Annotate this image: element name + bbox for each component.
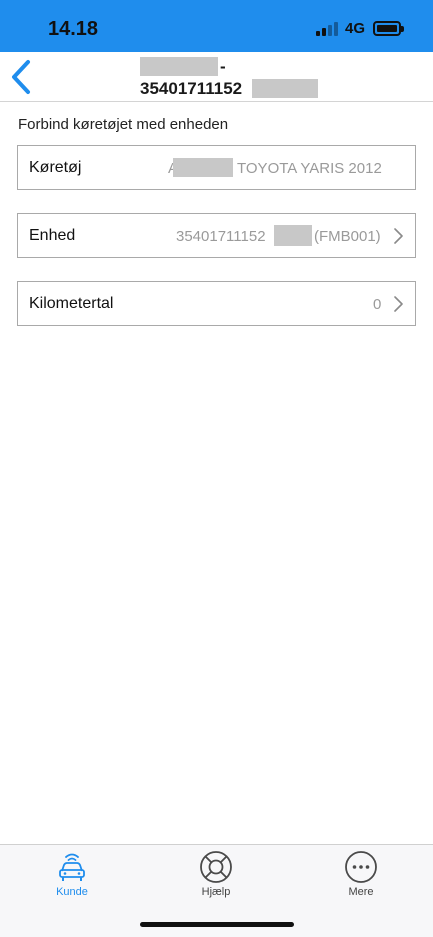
nav-title: 35401711152 xyxy=(140,79,243,98)
device-value-suffix: (FMB001) xyxy=(314,228,381,245)
status-bar: 14.18 4G xyxy=(0,0,433,52)
tab-help[interactable]: Hjælp xyxy=(166,845,266,905)
lifebuoy-icon xyxy=(200,851,232,883)
vehicle-row[interactable]: Køretøj A TOYOTA YARIS 2012 xyxy=(17,145,416,190)
network-type: 4G xyxy=(345,20,366,37)
tab-more[interactable]: Mere xyxy=(311,845,411,905)
device-label: Enhed xyxy=(29,227,76,244)
back-button[interactable] xyxy=(0,52,44,102)
navigation-bar: - 35401711152 xyxy=(0,52,433,102)
tab-more-label: Mere xyxy=(348,886,374,898)
mileage-label: Kilometertal xyxy=(29,295,114,312)
redacted-block xyxy=(274,225,312,246)
status-time: 14.18 xyxy=(48,18,99,40)
nav-title-separator: - xyxy=(220,57,226,76)
tab-customer-label: Kunde xyxy=(56,886,88,898)
battery-icon xyxy=(373,21,404,36)
home-indicator[interactable] xyxy=(140,922,294,927)
redacted-block xyxy=(140,57,218,76)
chevron-left-icon xyxy=(12,60,30,94)
device-row[interactable]: Enhed 35401711152 (FMB001) xyxy=(17,213,416,258)
redacted-block xyxy=(252,79,318,98)
mileage-row[interactable]: Kilometertal 0 xyxy=(17,281,416,326)
chevron-right-icon xyxy=(394,228,403,244)
vehicle-label: Køretøj xyxy=(29,159,82,176)
signal-strength-icon xyxy=(316,22,338,36)
more-dots-icon xyxy=(345,851,377,883)
chevron-right-icon xyxy=(394,296,403,312)
tab-help-label: Hjælp xyxy=(201,886,231,898)
vehicle-value: TOYOTA YARIS 2012 xyxy=(237,160,382,177)
car-wifi-icon xyxy=(59,853,85,881)
device-value-prefix: 35401711152 xyxy=(176,228,266,245)
redacted-block xyxy=(173,158,233,177)
mileage-value: 0 xyxy=(373,296,382,313)
section-label: Forbind køretøjet med enheden xyxy=(18,116,229,133)
tab-customer[interactable]: Kunde xyxy=(22,845,122,905)
